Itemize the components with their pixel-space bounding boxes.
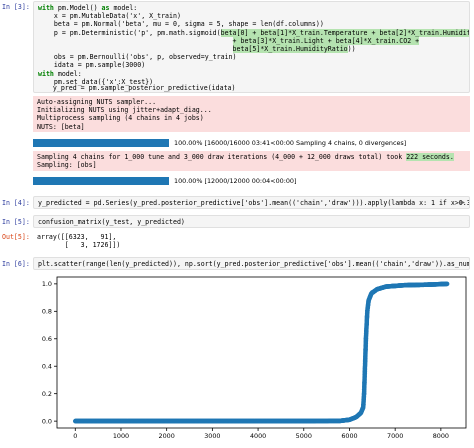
x-tick-label: 8000 xyxy=(433,432,449,440)
x-tick-label: 2000 xyxy=(159,432,175,440)
progress-bar-fill xyxy=(33,139,169,147)
cell-6-code[interactable]: plt.scatter(range(len(y_predicted)), np.… xyxy=(33,257,470,270)
cell-5-code[interactable]: confusion_matrix(y_test, y_predicted) xyxy=(33,215,470,228)
code-line: plt.scatter(range(len(y_predicted)), np.… xyxy=(38,260,470,268)
stderr-line: Multiprocess sampling (4 chains in 4 job… xyxy=(37,114,204,123)
stderr-line: NUTS: [beta] xyxy=(37,122,85,131)
x-tick-label: 1000 xyxy=(113,432,129,440)
progress-label: 100.00% [12000/12000 00:04<00:00] xyxy=(174,177,297,185)
x-tick-label: 4000 xyxy=(250,432,266,440)
code-line: x = pm.MutableData('x', X_train) xyxy=(38,12,181,21)
scatter-point xyxy=(444,281,450,287)
posterior-progress: 100.00% [12000/12000 00:04<00:00] xyxy=(33,176,296,186)
stderr-line: Sampling 4 chains for 1_000 tune and 3_0… xyxy=(37,153,454,161)
scatter-plot: 0 1000 2000 3000 4000 5000 6000 7000 8000 0.0 0.2 0… xyxy=(33,273,474,446)
plot-frame xyxy=(56,276,467,429)
stderr-line: Auto-assigning NUTS sampler... xyxy=(37,98,157,106)
sampling-progress: 100.00% [16000/16000 03:41<00:00 Samplin… xyxy=(33,138,406,148)
stderr-line: Initializing NUTS using jitter+adapt_dia… xyxy=(37,106,212,115)
cell-4-code[interactable]: y_predicted = pd.Series(y_pred.posterior… xyxy=(33,196,470,209)
progress-label: 100.00% [16000/16000 03:41<00:00 Samplin… xyxy=(174,139,407,147)
scatter-chart: 0 1000 2000 3000 4000 5000 6000 7000 8000 0.0 0.2 0… xyxy=(42,276,467,440)
code-line: confusion_matrix(y_test, y_predicted) xyxy=(38,218,185,226)
stderr-line: Sampling: [obs] xyxy=(37,161,97,170)
progress-bar-fill xyxy=(33,177,169,185)
triangle-right-icon[interactable]: ▶ xyxy=(460,199,465,206)
cell-5-output: array([[6323, 91], [ 3, 1726]]) xyxy=(37,233,474,249)
scatter-points xyxy=(73,281,450,424)
stderr-output: Auto-assigning NUTS sampler... Initializ… xyxy=(33,96,470,132)
x-tick-label: 7000 xyxy=(387,432,403,440)
code-line: y_predicted = pd.Series(y_pred.posterior… xyxy=(38,199,470,207)
code-line: beta[5]*X_train.HumidityRatio)) xyxy=(232,45,356,54)
cell-5-out-prompt: Out[5]: xyxy=(2,233,30,241)
x-tick-label: 5000 xyxy=(296,432,312,440)
x-tick-label: 6000 xyxy=(341,432,357,440)
y-tick-label: 0.6 xyxy=(42,335,52,343)
code-line: idata = pm.sample(3000) xyxy=(38,61,146,70)
x-tick-label: 0 xyxy=(73,432,77,440)
y-tick-label: 0.0 xyxy=(42,417,52,425)
progress-bar xyxy=(33,139,169,147)
code-line: with model: xyxy=(38,69,82,78)
y-tick-label: 1.0 xyxy=(42,280,52,288)
code-line: obs = pm.Bernoulli('obs', p, observed=y_… xyxy=(38,53,237,62)
code-line: p = pm.Deterministic('p', pm.math.sigmoi… xyxy=(38,28,469,37)
y-tick-label: 0.4 xyxy=(42,362,52,370)
selection-highlight: beta[5]*X_train.HumidityRatio xyxy=(232,45,348,54)
y-tick-label: 0.2 xyxy=(42,390,52,398)
selection-highlight: 222 seconds. xyxy=(406,153,454,161)
cell-3-code[interactable]: with pm.Model() as model: x = pm.Mutable… xyxy=(33,1,470,93)
output-line: array([[6323, 91], xyxy=(37,233,117,241)
cell-4-prompt: In [4]: xyxy=(2,199,30,207)
cell-5-prompt: In [5]: xyxy=(2,218,30,226)
x-tick-label: 3000 xyxy=(204,432,220,440)
selection-highlight: + beta[3]*X_train.Light + beta[4]*X_trai… xyxy=(232,36,420,45)
cell-6-prompt: In [6]: xyxy=(2,260,30,268)
code-line: + beta[3]*X_train.Light + beta[4]*X_trai… xyxy=(38,36,465,45)
output-line: [ 3, 1726]]) xyxy=(37,241,121,250)
cell-3-prompt: In [3]: xyxy=(2,3,30,11)
y-tick-label: 0.8 xyxy=(42,308,52,316)
selection-highlight: beta[0] + beta[1]*X_train.Temperature + … xyxy=(220,28,469,37)
progress-bar xyxy=(33,177,169,185)
code-line-wrap: y_pred = pm.sample_posterior_predictive(… xyxy=(37,84,457,92)
code-line: with pm.Model() as model: xyxy=(38,4,138,12)
scatter-point xyxy=(370,290,375,295)
code-line: y_pred = pm.sample_posterior_predictive(… xyxy=(37,84,236,92)
code-line: beta = pm.Normal('beta', mu = 0, sigma =… xyxy=(38,20,324,29)
stderr-output: Sampling 4 chains for 1_000 tune and 3_0… xyxy=(33,151,470,171)
